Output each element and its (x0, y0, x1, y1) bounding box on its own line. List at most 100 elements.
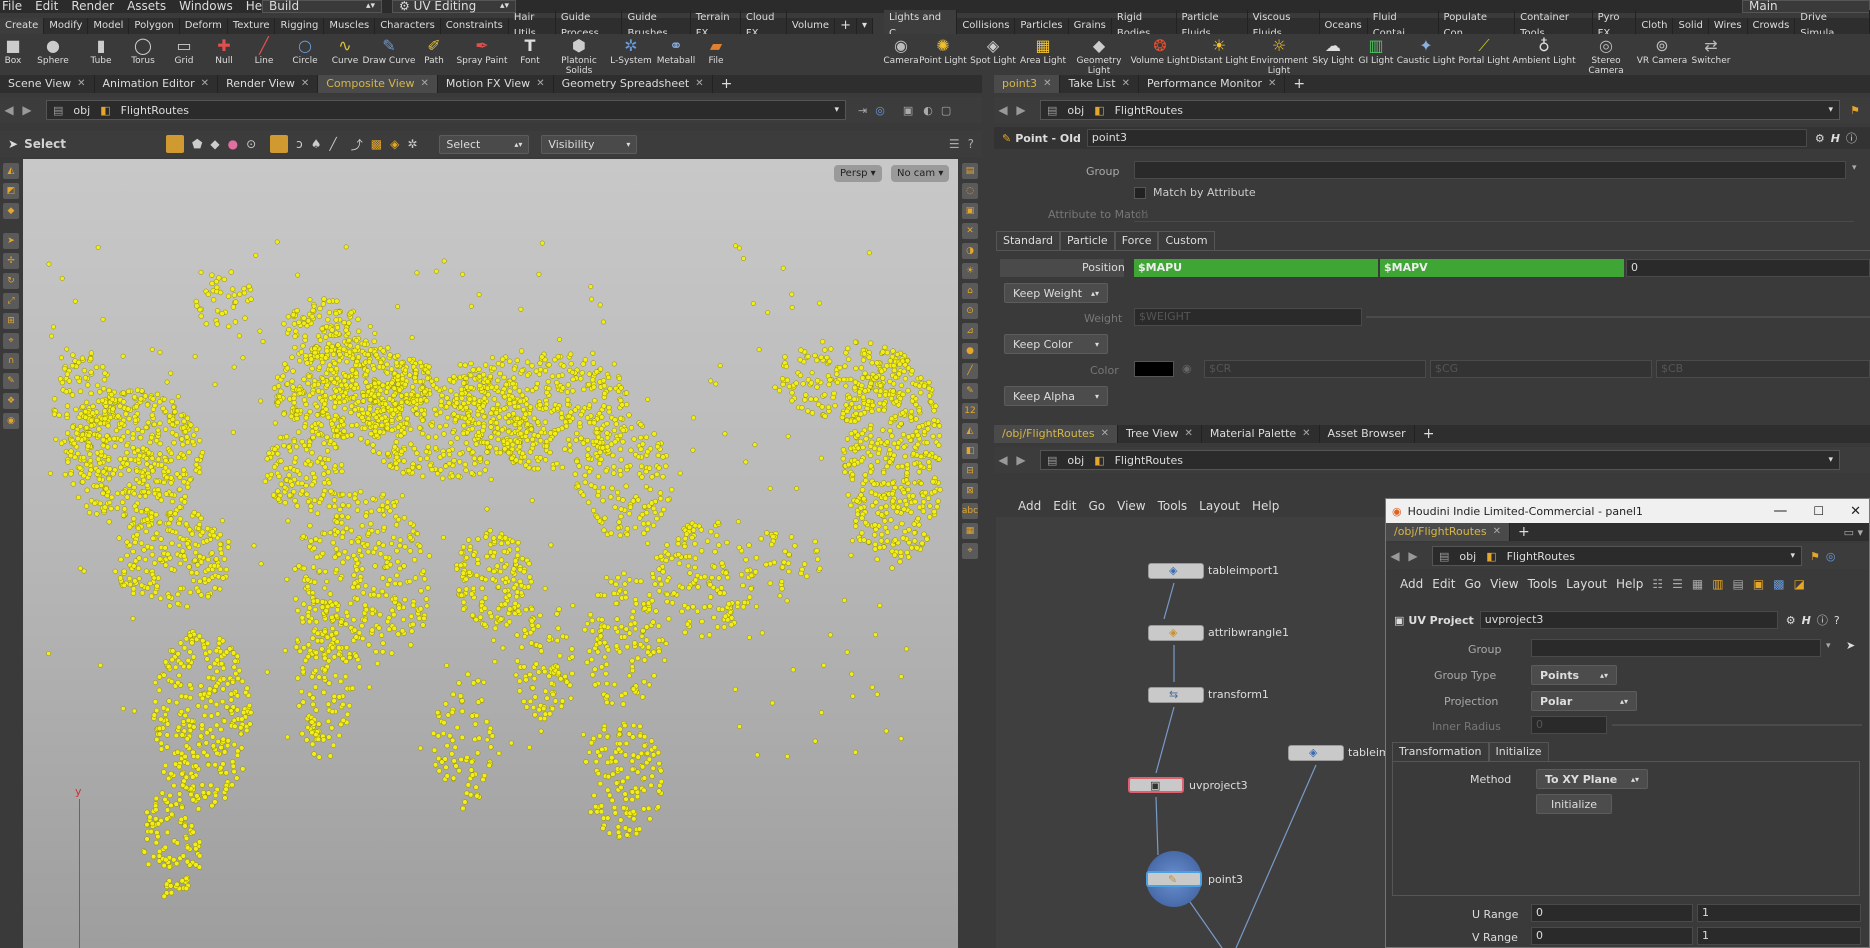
close-icon[interactable]: ✕ (77, 75, 85, 93)
subtab-initialize[interactable]: Initialize (1488, 742, 1549, 761)
weight-field[interactable]: $WEIGHT (1134, 308, 1362, 326)
forward-icon[interactable]: ▶ (1012, 103, 1030, 117)
forward-icon[interactable]: ▶ (18, 103, 36, 117)
hull-icon[interactable]: ╱ (962, 363, 978, 379)
tool-caustic-light[interactable]: ✦ Caustic Light (1396, 34, 1456, 74)
float-menu-go[interactable]: Go (1464, 577, 1481, 591)
group-type-dropdown[interactable]: Points ▴▾ (1531, 665, 1617, 685)
info-icon[interactable]: ⓘ (1817, 612, 1828, 628)
tool-point-light[interactable]: ✺ Point Light (918, 34, 968, 74)
select-tool-icon[interactable]: ➤ (3, 233, 19, 249)
wireframe-icon[interactable]: ⌂ (962, 283, 978, 299)
tool-sky-light[interactable]: ☁ Sky Light (1310, 34, 1356, 74)
tab-point3[interactable]: point3 ✕ (994, 75, 1061, 93)
x-ray-icon[interactable]: ✕ (962, 223, 978, 239)
shelf-tab-particles[interactable]: Particles (1015, 18, 1069, 34)
add-shelf-icon[interactable]: + (835, 18, 857, 34)
select-mode-dropdown[interactable]: Select ▴▾ (439, 134, 530, 154)
path-breadcrumb[interactable]: ▤ obj ◧ FlightRoutes ▾ (1040, 100, 1840, 120)
shelf-tab-solid[interactable]: Solid (1673, 18, 1709, 34)
shading-icon[interactable]: ◑ (962, 243, 978, 259)
shelf-tab-model[interactable]: Model (88, 18, 130, 34)
shelf-tab-collisions[interactable]: Collisions (957, 18, 1016, 34)
background-icon[interactable]: ◭ (962, 423, 978, 439)
shelf-menu-icon[interactable]: ▾ (857, 18, 874, 34)
cook-icon[interactable]: ◪ (1794, 577, 1805, 591)
node-attribwrangle1[interactable]: ◈ (1148, 625, 1204, 641)
shelf-tab-constraints[interactable]: Constraints (441, 18, 509, 34)
add-tab-icon[interactable]: + (713, 76, 741, 92)
scene-viewport[interactable]: Persp ▾ No cam ▾ y (23, 159, 958, 948)
close-icon[interactable]: ✕ (1850, 504, 1861, 519)
close-icon[interactable]: ✕ (1184, 425, 1192, 443)
float-menu-help[interactable]: Help (1616, 577, 1643, 591)
tool-distant-light[interactable]: ☀ Distant Light (1190, 34, 1248, 74)
tool-vr-camera[interactable]: ⊚ VR Camera (1636, 34, 1688, 74)
laser-icon[interactable]: ╱ (330, 137, 337, 151)
chevron-down-icon[interactable]: ▾ (1852, 163, 1857, 173)
close-icon[interactable]: ✕ (201, 75, 209, 93)
shelf-tab-polygon[interactable]: Polygon (129, 18, 180, 34)
tool-circle[interactable]: ○ Circle (284, 34, 326, 74)
select-point-icon[interactable]: ● (228, 137, 238, 151)
tool-environment-light[interactable]: ☼ Environment Light (1248, 34, 1310, 76)
maximize-icon[interactable]: ▢ (941, 104, 951, 117)
lock-icon[interactable]: ▣ (962, 203, 978, 219)
weight-slider[interactable] (1366, 316, 1870, 318)
maximize-icon[interactable]: ☐ (1813, 504, 1824, 518)
sculpt-tool-icon[interactable]: ❖ (3, 393, 19, 409)
visibility-dropdown[interactable]: Visibility ▾ (541, 134, 638, 154)
close-icon[interactable]: ✕ (1043, 75, 1051, 93)
shelf-tab-crowds[interactable]: Crowds (1748, 18, 1796, 34)
tool-camera[interactable]: ◉ Camera (883, 34, 918, 74)
select-visible-icon[interactable]: ◈ (390, 137, 399, 151)
grid-view-icon[interactable]: ▦ (1692, 577, 1703, 591)
subtab-transformation[interactable]: Transformation (1392, 742, 1489, 761)
node-transform1[interactable]: ⇆ (1148, 687, 1204, 703)
close-icon[interactable]: ✕ (536, 75, 544, 93)
handle-tool-icon[interactable]: ◩ (3, 183, 19, 199)
group-field[interactable] (1531, 639, 1821, 657)
reference-icon[interactable]: ◧ (962, 443, 978, 459)
tool-portal-light[interactable]: ⟋ Portal Light (1456, 34, 1512, 74)
shelf-tab-create[interactable]: Create (0, 18, 45, 34)
attr-match-value[interactable]: id (1138, 208, 1148, 221)
tab-network-path[interactable]: /obj/FlightRoutes ✕ (994, 425, 1118, 443)
close-icon[interactable]: ✕ (301, 75, 309, 93)
keep-weight-dropdown[interactable]: Keep Weight ▴▾ (1004, 283, 1108, 303)
minimize-icon[interactable]: — (1773, 503, 1787, 519)
node-name-field[interactable]: point3 (1086, 129, 1807, 147)
shelf-tab-wires[interactable]: Wires (1709, 18, 1748, 34)
forward-icon[interactable]: ▶ (1012, 453, 1030, 467)
select-arrow-icon[interactable]: ➤ (1846, 639, 1855, 652)
tab-take-list[interactable]: Take List ✕ (1060, 75, 1139, 93)
tool-path[interactable]: ✐ Path (414, 34, 454, 74)
path-breadcrumb[interactable]: ▤ obj ◧ FlightRoutes ▾ (1432, 546, 1802, 566)
back-icon[interactable]: ◀ (0, 103, 18, 117)
path-breadcrumb[interactable]: ▤ obj ◧ FlightRoutes ▾ (46, 100, 846, 120)
render-region-icon[interactable]: ▦ (962, 523, 978, 539)
tool-metaball[interactable]: ⚭ Metaball (654, 34, 698, 74)
shelf-tab-modify[interactable]: Modify (44, 18, 89, 34)
tool-lsystem[interactable]: ✲ L-System (608, 34, 654, 74)
shelf-tab-volume[interactable]: Volume (787, 18, 836, 34)
tool-box[interactable]: ■ Box (0, 34, 26, 74)
close-icon[interactable]: ✕ (1302, 425, 1310, 443)
position-x-field[interactable]: $MAPU (1134, 259, 1378, 277)
tool-switcher[interactable]: ⇄ Switcher (1688, 34, 1734, 74)
display-icon[interactable]: ◐ (923, 104, 933, 117)
tab-material-palette[interactable]: Material Palette ✕ (1202, 425, 1320, 443)
brush-select-icon[interactable]: ♠ (311, 137, 322, 151)
back-icon[interactable]: ◀ (994, 453, 1012, 467)
menu-windows[interactable]: Windows (179, 0, 233, 13)
list-icon[interactable]: ☰ (1672, 577, 1683, 591)
pin-icon[interactable]: ⚑ (1850, 104, 1860, 117)
match-attr-checkbox[interactable] (1134, 187, 1146, 199)
back-icon[interactable]: ◀ (1386, 549, 1404, 563)
tool-file[interactable]: ▰ File (698, 34, 734, 74)
float-menu-layout[interactable]: Layout (1566, 577, 1607, 591)
float-menu-tools[interactable]: Tools (1528, 577, 1558, 591)
tool-tube[interactable]: ▮ Tube (80, 34, 122, 74)
light-icon[interactable]: ☀ (962, 263, 978, 279)
tool-curve[interactable]: ∿ Curve (326, 34, 364, 74)
